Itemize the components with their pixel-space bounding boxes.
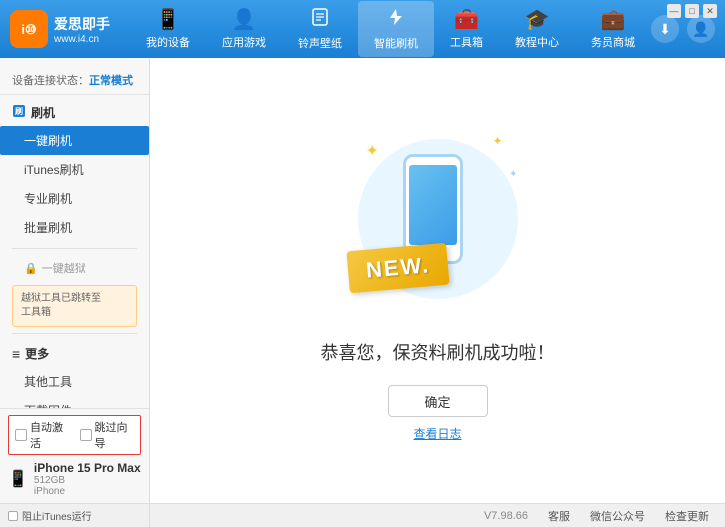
itunes-checkbox[interactable]	[8, 511, 18, 521]
nav-smart-flash[interactable]: 智能刷机	[358, 1, 434, 57]
logo-area: i⑩ 爱思即手 www.i4.cn	[10, 10, 130, 48]
header-right: ⬇ 👤	[651, 15, 715, 43]
flash-section-label: 刷机	[31, 104, 55, 121]
sidebar-divider-1	[12, 248, 137, 249]
star-1: ✦	[366, 141, 379, 161]
sidebar-item-batch-flash[interactable]: 批量刷机	[0, 213, 149, 242]
smart-flash-icon	[386, 7, 406, 33]
version-label: V7.98.66	[484, 510, 528, 522]
sidebar-status: 设备连接状态：正常模式	[0, 66, 149, 95]
auto-activate-label: 自动激活	[30, 419, 70, 451]
skip-guide-checkbox[interactable]: 跳过向导	[80, 419, 135, 451]
batch-flash-label: 批量刷机	[24, 221, 72, 235]
auto-activate-check[interactable]	[15, 429, 27, 441]
toolbox-icon: 🧰	[454, 7, 479, 32]
ringtones-icon	[310, 7, 330, 33]
device-type: iPhone	[34, 486, 141, 497]
wechat-link[interactable]: 微信公众号	[590, 508, 645, 524]
status-mode: 正常模式	[89, 75, 133, 87]
sidebar-divider-2	[12, 333, 137, 334]
svg-text:i⑩: i⑩	[21, 22, 36, 37]
new-badge-text: NEW.	[364, 252, 430, 283]
itunes-label: 阻止iTunes运行	[22, 508, 92, 523]
my-device-icon: 📱	[156, 7, 181, 32]
skip-guide-check[interactable]	[80, 429, 92, 441]
nav-service-label: 务员商城	[591, 34, 635, 50]
nav-ringtones-label: 铃声壁纸	[298, 35, 342, 51]
apps-games-icon: 👤	[232, 7, 257, 32]
content-area: ✦ ✦ ✦ NEW. 恭喜您，保资料刷机成功啦！ 确定 查看日志	[150, 58, 725, 503]
confirm-button[interactable]: 确定	[388, 385, 488, 417]
note-line2: 工具箱	[21, 307, 51, 318]
lock-icon: 🔒	[24, 262, 38, 275]
app-url: www.i4.cn	[54, 34, 110, 45]
logo-icon: i⑩	[10, 10, 48, 48]
nav-bar: 📱 我的设备 👤 应用游戏 铃声壁纸 智能刷机 🧰 工	[130, 1, 651, 57]
skip-guide-label: 跳过向导	[95, 419, 135, 451]
sidebar-section-flash: 刷 刷机	[0, 99, 149, 126]
new-ribbon: NEW.	[346, 243, 450, 294]
nav-my-device[interactable]: 📱 我的设备	[130, 1, 206, 57]
sidebar-item-one-key-flash[interactable]: 一键刷机	[0, 126, 149, 155]
device-bottom-panel: 自动激活 跳过向导 📱 iPhone 15 Pro Max 512GB iPho…	[0, 408, 150, 503]
device-details: iPhone 15 Pro Max 512GB iPhone	[34, 461, 141, 497]
nav-tutorial-label: 教程中心	[515, 34, 559, 50]
status-label: 设备连接状态：	[12, 75, 89, 87]
nav-toolbox-label: 工具箱	[450, 34, 483, 50]
success-illustration: ✦ ✦ ✦ NEW.	[338, 119, 538, 319]
tutorial-icon: 🎓	[525, 7, 550, 32]
device-storage: 512GB	[34, 475, 141, 486]
itunes-flash-label: iTunes刷机	[24, 163, 84, 177]
note-line1: 越狱工具已跳转至	[21, 293, 101, 304]
window-controls: — □ ✕	[667, 4, 717, 18]
more-section-icon: ≡	[12, 346, 20, 362]
nav-tutorial[interactable]: 🎓 教程中心	[499, 1, 575, 57]
success-message: 恭喜您，保资料刷机成功啦！	[321, 339, 555, 365]
logo-text: 爱思即手 www.i4.cn	[54, 14, 110, 45]
device-options-row: 自动激活 跳过向导	[8, 415, 141, 455]
minimize-button[interactable]: —	[667, 4, 681, 18]
nav-toolbox[interactable]: 🧰 工具箱	[434, 1, 499, 57]
close-button[interactable]: ✕	[703, 4, 717, 18]
sidebar-section-more: ≡ 更多	[0, 340, 149, 367]
pro-flash-label: 专业刷机	[24, 192, 72, 206]
one-key-flash-label: 一键刷机	[24, 134, 72, 148]
service-icon: 💼	[601, 7, 626, 32]
svg-text:刷: 刷	[14, 106, 23, 116]
nav-ringtones[interactable]: 铃声壁纸	[282, 1, 358, 57]
sidebar-item-pro-flash[interactable]: 专业刷机	[0, 184, 149, 213]
phone-screen	[409, 165, 457, 245]
device-name: iPhone 15 Pro Max	[34, 461, 141, 475]
device-phone-icon: 📱	[8, 469, 28, 489]
view-log-link[interactable]: 查看日志	[413, 425, 461, 442]
status-bar-right: V7.98.66 客服 微信公众号 检查更新	[150, 508, 725, 524]
jailbreak-label: 一键越狱	[42, 260, 86, 276]
sidebar-item-other-tools[interactable]: 其他工具	[0, 367, 149, 396]
flash-section-icon: 刷	[12, 104, 26, 121]
other-tools-label: 其他工具	[24, 375, 72, 389]
sidebar-disabled-jailbreak: 🔒 一键越狱	[0, 255, 149, 281]
itunes-bar: 阻止iTunes运行	[0, 504, 150, 527]
bottom-bar: 阻止iTunes运行 V7.98.66 客服 微信公众号 检查更新	[0, 503, 725, 527]
star-3: ✦	[509, 169, 517, 180]
download-button[interactable]: ⬇	[651, 15, 679, 43]
sidebar-jailbreak-note: 越狱工具已跳转至 工具箱	[12, 285, 137, 327]
check-update-link[interactable]: 检查更新	[665, 508, 709, 524]
nav-service[interactable]: 💼 务员商城	[575, 1, 651, 57]
nav-apps-games[interactable]: 👤 应用游戏	[206, 1, 282, 57]
maximize-button[interactable]: □	[685, 4, 699, 18]
device-info-row: 📱 iPhone 15 Pro Max 512GB iPhone	[0, 459, 149, 499]
auto-activate-checkbox[interactable]: 自动激活	[15, 419, 70, 451]
star-2: ✦	[492, 134, 502, 148]
app-name: 爱思即手	[54, 14, 110, 34]
sidebar-item-itunes-flash[interactable]: iTunes刷机	[0, 155, 149, 184]
nav-smart-flash-label: 智能刷机	[374, 35, 418, 51]
user-button[interactable]: 👤	[687, 15, 715, 43]
nav-apps-games-label: 应用游戏	[222, 34, 266, 50]
header: i⑩ 爱思即手 www.i4.cn 📱 我的设备 👤 应用游戏 铃声壁纸	[0, 0, 725, 58]
nav-my-device-label: 我的设备	[146, 34, 190, 50]
customer-service-link[interactable]: 客服	[548, 508, 570, 524]
more-section-label: 更多	[25, 345, 49, 362]
